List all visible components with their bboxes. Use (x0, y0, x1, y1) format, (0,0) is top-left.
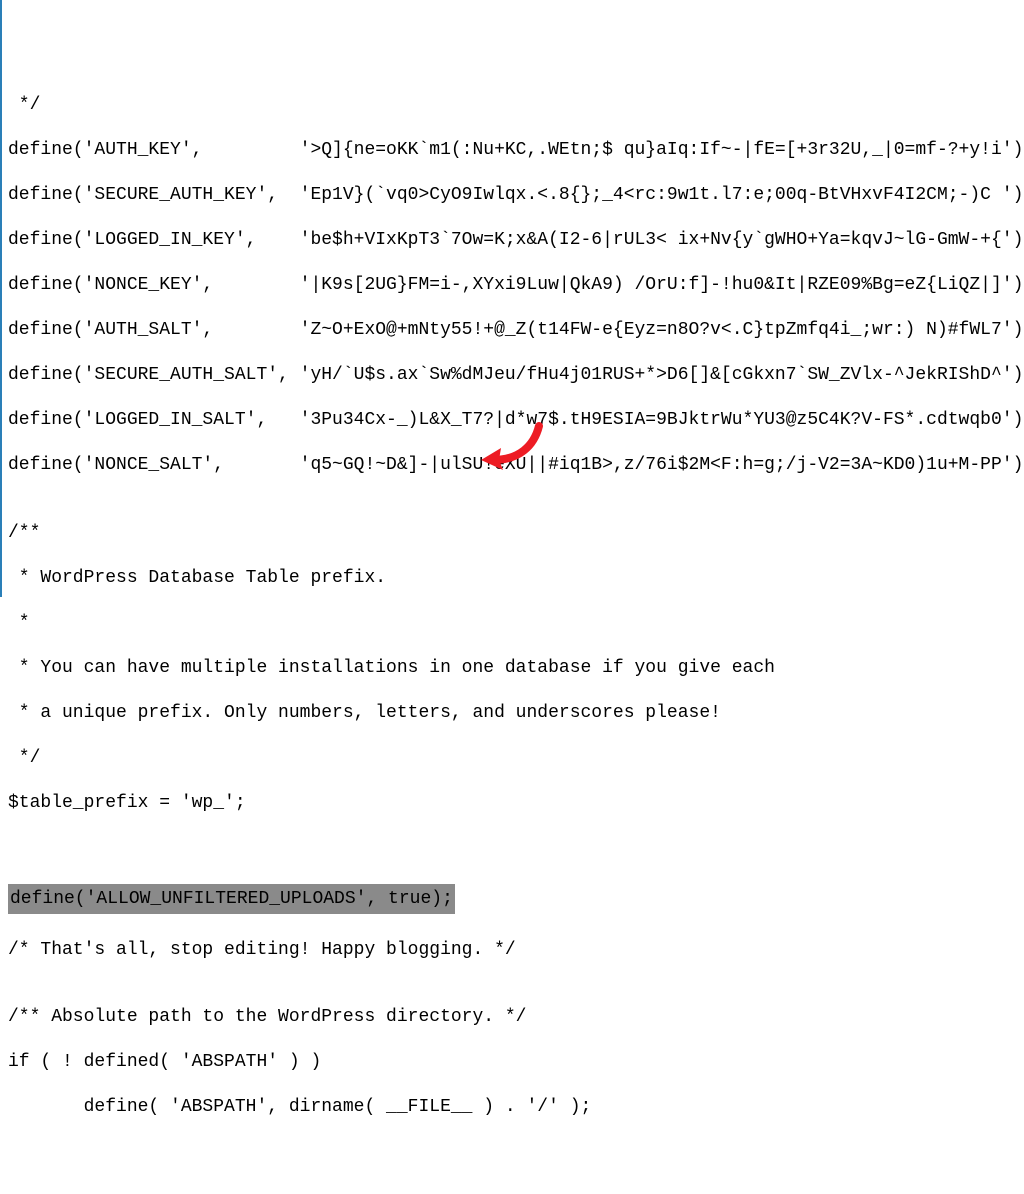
code-line: /* That's all, stop editing! Happy blogg… (8, 939, 1018, 962)
code-line: define('NONCE_SALT', 'q5~GQ!~D&]-|ulSU!e… (8, 454, 1018, 477)
code-line: define('LOGGED_IN_SALT', '3Pu34Cx-_)L&X_… (8, 409, 1018, 432)
code-line: define('SECURE_AUTH_SALT', 'yH/`U$s.ax`S… (8, 364, 1018, 387)
code-line: * a unique prefix. Only numbers, letters… (8, 702, 1018, 725)
code-line: $table_prefix = 'wp_'; (8, 792, 1018, 815)
code-line: /** Absolute path to the WordPress direc… (8, 1006, 1018, 1029)
code-line: define('AUTH_KEY', '>Q]{ne=oKK`m1(:Nu+KC… (8, 139, 1018, 162)
code-line: * WordPress Database Table prefix. (8, 567, 1018, 590)
code-line: */ (8, 94, 1018, 117)
code-line: * (8, 612, 1018, 635)
highlighted-code-line: define('ALLOW_UNFILTERED_UPLOADS', true)… (8, 884, 455, 915)
code-line: * You can have multiple installations in… (8, 657, 1018, 680)
code-line: if ( ! defined( 'ABSPATH' ) ) (8, 1051, 1018, 1074)
code-line: define('AUTH_SALT', 'Z~O+ExO@+mNty55!+@_… (8, 319, 1018, 342)
code-line: */ (8, 747, 1018, 770)
code-line: define('NONCE_KEY', '|K9s[2UG}FM=i-,XYxi… (8, 274, 1018, 297)
code-line: define('SECURE_AUTH_KEY', 'Ep1V}(`vq0>Cy… (8, 184, 1018, 207)
code-line: /** (8, 522, 1018, 545)
code-line: define('LOGGED_IN_KEY', 'be$h+VIxKpT3`7O… (8, 229, 1018, 252)
code-line: define( 'ABSPATH', dirname( __FILE__ ) .… (8, 1096, 1018, 1119)
